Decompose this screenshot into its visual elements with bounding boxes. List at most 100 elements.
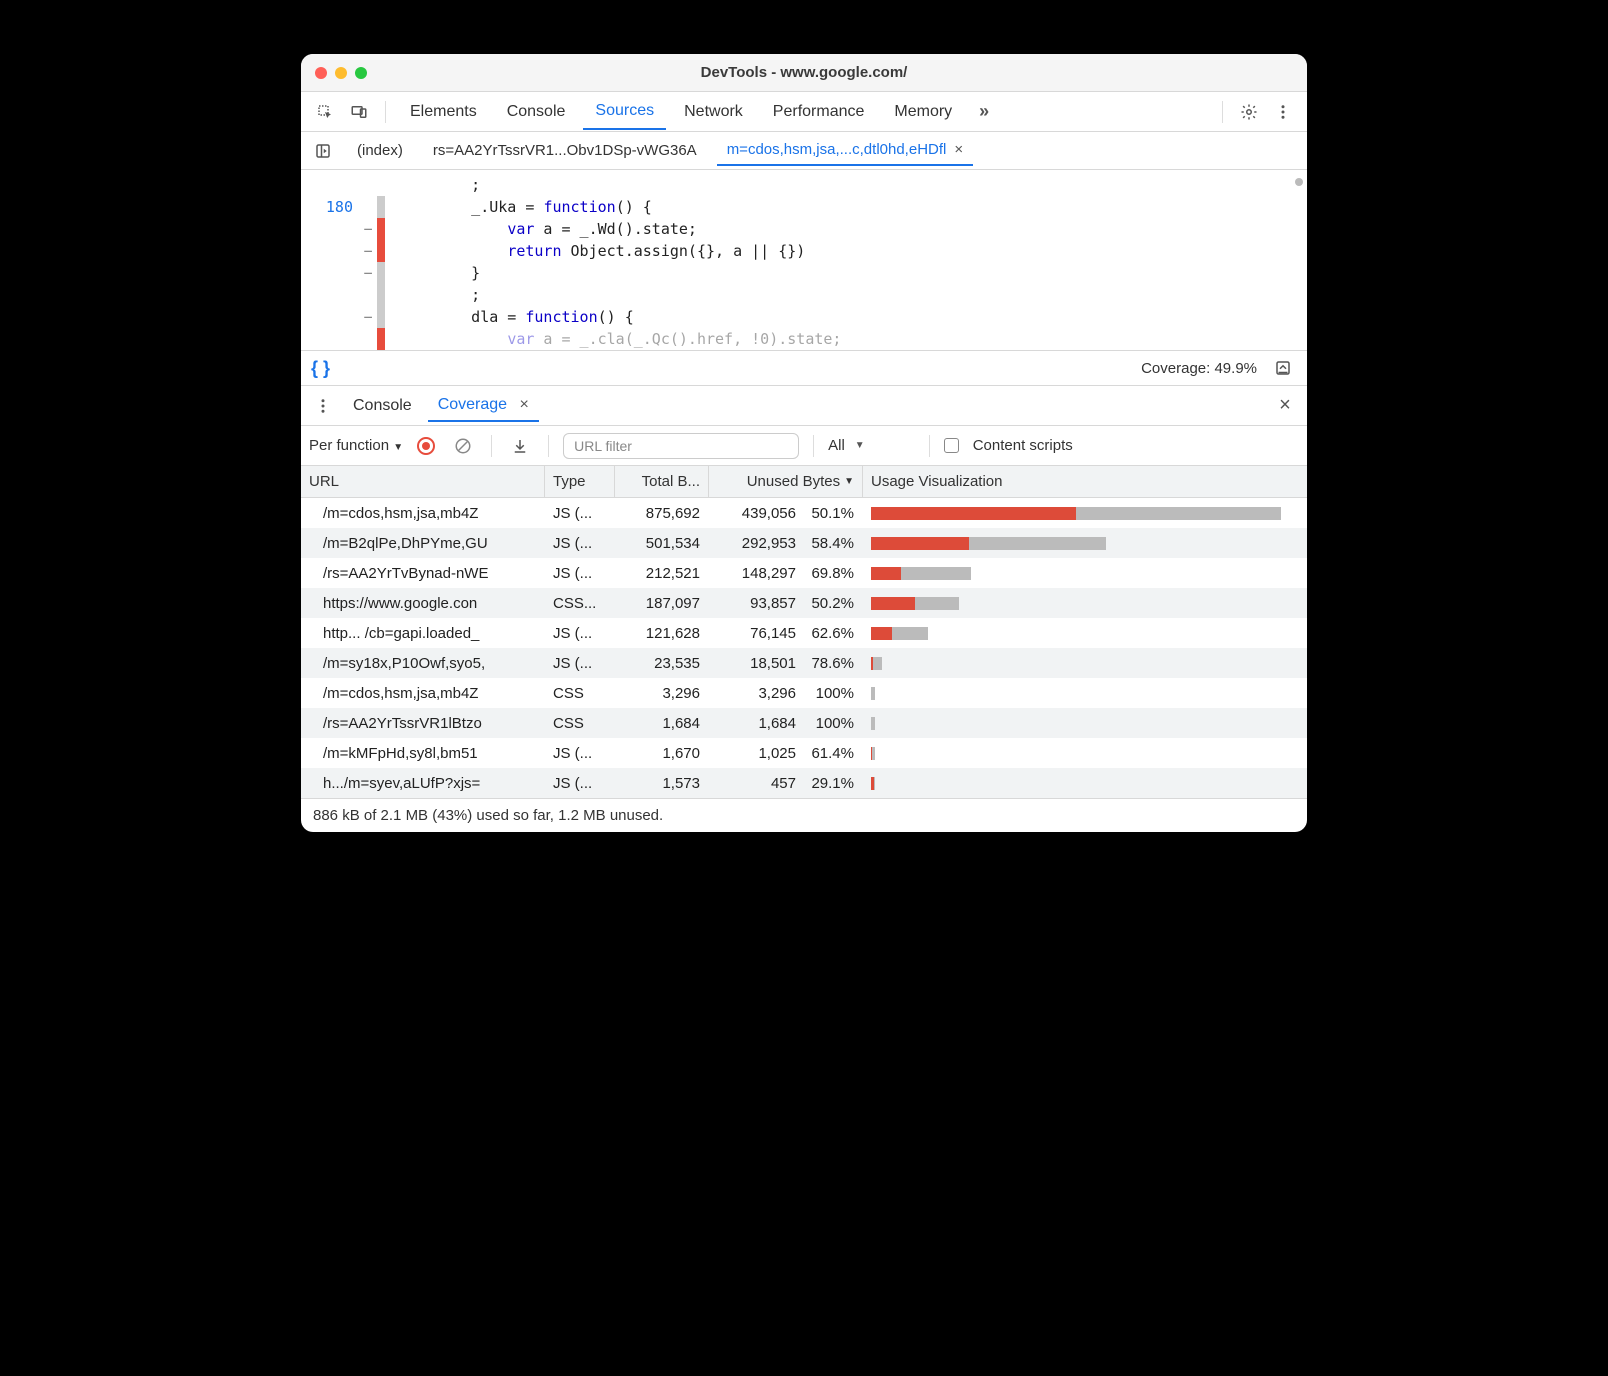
filetab-index[interactable]: (index) bbox=[347, 136, 413, 165]
drawer-tab-console[interactable]: Console bbox=[343, 391, 422, 421]
cell-unused: 292,95358.4% bbox=[709, 531, 863, 556]
file-tabs: (index) rs=AA2YrTssrVR1...Obv1DSp-vWG36A… bbox=[301, 132, 1307, 170]
cell-unused: 1,02561.4% bbox=[709, 741, 863, 766]
settings-gear-icon[interactable] bbox=[1235, 98, 1263, 126]
cell-total: 1,684 bbox=[615, 711, 709, 736]
coverage-table-body: /m=cdos,hsm,jsa,mb4ZJS (...875,692439,05… bbox=[301, 498, 1307, 798]
cell-viz bbox=[863, 683, 1307, 704]
close-window-button[interactable] bbox=[315, 67, 327, 79]
cell-url: http... /cb=gapi.loaded_ bbox=[301, 621, 545, 646]
cell-type: CSS bbox=[545, 711, 615, 736]
table-row[interactable]: /m=sy18x,P10Owf,syo5,JS (...23,53518,501… bbox=[301, 648, 1307, 678]
cell-total: 187,097 bbox=[615, 591, 709, 616]
close-drawer-icon[interactable]: × bbox=[1271, 392, 1299, 420]
more-tabs-icon[interactable]: » bbox=[970, 98, 998, 126]
cell-type: JS (... bbox=[545, 621, 615, 646]
table-row[interactable]: /m=B2qlPe,DhPYme,GUJS (...501,534292,953… bbox=[301, 528, 1307, 558]
coverage-table-header: URL Type Total B... Unused Bytes ▼ Usage… bbox=[301, 466, 1307, 498]
cell-unused: 45729.1% bbox=[709, 771, 863, 796]
status-bar: 886 kB of 2.1 MB (43%) used so far, 1.2 … bbox=[301, 798, 1307, 832]
filetab-m[interactable]: m=cdos,hsm,jsa,...c,dtl0hd,eHDfl × bbox=[717, 135, 973, 166]
tab-memory[interactable]: Memory bbox=[882, 95, 964, 129]
cell-total: 23,535 bbox=[615, 651, 709, 676]
table-row[interactable]: http... /cb=gapi.loaded_JS (...121,62876… bbox=[301, 618, 1307, 648]
gutter: 180 −−− − bbox=[301, 170, 387, 350]
titlebar: DevTools - www.google.com/ bbox=[301, 54, 1307, 92]
table-row[interactable]: h.../m=syev,aLUfP?xjs=JS (...1,57345729.… bbox=[301, 768, 1307, 798]
zoom-window-button[interactable] bbox=[355, 67, 367, 79]
cell-viz bbox=[863, 563, 1307, 584]
cell-type: JS (... bbox=[545, 501, 615, 526]
scrollbar-thumb[interactable] bbox=[1295, 178, 1303, 186]
cell-unused: 18,50178.6% bbox=[709, 651, 863, 676]
cell-viz bbox=[863, 653, 1307, 674]
main-toolbar: Elements Console Sources Network Perform… bbox=[301, 92, 1307, 132]
traffic-lights bbox=[315, 67, 367, 79]
th-viz[interactable]: Usage Visualization bbox=[863, 466, 1307, 497]
cell-total: 1,573 bbox=[615, 771, 709, 796]
tab-network[interactable]: Network bbox=[672, 95, 755, 129]
collapse-bottom-icon[interactable] bbox=[1269, 354, 1297, 382]
cell-type: CSS bbox=[545, 681, 615, 706]
drawer-tab-coverage[interactable]: Coverage × bbox=[428, 390, 539, 422]
table-row[interactable]: /rs=AA2YrTvBynad-nWEJS (...212,521148,29… bbox=[301, 558, 1307, 588]
cell-url: /m=kMFpHd,sy8l,bm51 bbox=[301, 741, 545, 766]
coverage-status-bar: { } Coverage: 49.9% bbox=[301, 350, 1307, 386]
th-type[interactable]: Type bbox=[545, 466, 615, 497]
table-row[interactable]: /m=cdos,hsm,jsa,mb4ZJS (...875,692439,05… bbox=[301, 498, 1307, 528]
cell-type: JS (... bbox=[545, 651, 615, 676]
export-icon[interactable] bbox=[506, 432, 534, 460]
cell-viz bbox=[863, 623, 1307, 644]
th-url[interactable]: URL bbox=[301, 466, 545, 497]
pretty-print-icon[interactable]: { } bbox=[311, 358, 330, 379]
device-toolbar-icon[interactable] bbox=[345, 98, 373, 126]
table-row[interactable]: https://www.google.conCSS...187,09793,85… bbox=[301, 588, 1307, 618]
th-unused[interactable]: Unused Bytes ▼ bbox=[709, 466, 863, 497]
cell-url: /m=cdos,hsm,jsa,mb4Z bbox=[301, 681, 545, 706]
granularity-select[interactable]: Per function ▼ bbox=[309, 437, 403, 454]
tab-sources[interactable]: Sources bbox=[583, 94, 666, 130]
cell-viz bbox=[863, 533, 1307, 554]
content-scripts-label: Content scripts bbox=[973, 437, 1073, 454]
cell-unused: 148,29769.8% bbox=[709, 561, 863, 586]
cell-total: 501,534 bbox=[615, 531, 709, 556]
content-scripts-checkbox[interactable] bbox=[944, 438, 959, 453]
cell-viz bbox=[863, 593, 1307, 614]
cell-viz bbox=[863, 713, 1307, 734]
cell-unused: 3,296100% bbox=[709, 681, 863, 706]
close-tab-icon[interactable]: × bbox=[954, 141, 963, 158]
status-text: 886 kB of 2.1 MB (43%) used so far, 1.2 … bbox=[313, 807, 663, 824]
clear-icon[interactable] bbox=[449, 432, 477, 460]
code-content: ; _.Uka = function() { var a = _.Wd().st… bbox=[387, 170, 841, 350]
line-number: 180 bbox=[301, 196, 353, 218]
cell-url: /m=sy18x,P10Owf,syo5, bbox=[301, 651, 545, 676]
th-total[interactable]: Total B... bbox=[615, 466, 709, 497]
minimize-window-button[interactable] bbox=[335, 67, 347, 79]
drawer-tab-label: Coverage bbox=[438, 396, 507, 413]
coverage-percent-label: Coverage: 49.9% bbox=[1141, 360, 1257, 377]
cell-total: 1,670 bbox=[615, 741, 709, 766]
tab-performance[interactable]: Performance bbox=[761, 95, 877, 129]
cell-url: /rs=AA2YrTvBynad-nWE bbox=[301, 561, 545, 586]
code-editor[interactable]: 180 −−− − ; _.Uka = function() { var a =… bbox=[301, 170, 1307, 350]
table-row[interactable]: /m=kMFpHd,sy8l,bm51JS (...1,6701,02561.4… bbox=[301, 738, 1307, 768]
cell-url: https://www.google.con bbox=[301, 591, 545, 616]
show-navigator-icon[interactable] bbox=[309, 137, 337, 165]
cell-url: h.../m=syev,aLUfP?xjs= bbox=[301, 771, 545, 796]
drawer-kebab-icon[interactable] bbox=[309, 392, 337, 420]
tab-elements[interactable]: Elements bbox=[398, 95, 489, 129]
filetab-rs[interactable]: rs=AA2YrTssrVR1...Obv1DSp-vWG36A bbox=[423, 136, 707, 165]
url-filter-input[interactable]: URL filter bbox=[563, 433, 799, 459]
record-button[interactable] bbox=[417, 437, 435, 455]
kebab-menu-icon[interactable] bbox=[1269, 98, 1297, 126]
cell-total: 121,628 bbox=[615, 621, 709, 646]
inspect-element-icon[interactable] bbox=[311, 98, 339, 126]
drawer-tabs: Console Coverage × × bbox=[301, 386, 1307, 426]
close-drawer-tab-icon[interactable]: × bbox=[520, 396, 529, 413]
cell-url: /rs=AA2YrTssrVR1lBtzo bbox=[301, 711, 545, 736]
table-row[interactable]: /m=cdos,hsm,jsa,mb4ZCSS3,2963,296100% bbox=[301, 678, 1307, 708]
cell-type: JS (... bbox=[545, 741, 615, 766]
table-row[interactable]: /rs=AA2YrTssrVR1lBtzoCSS1,6841,684100% bbox=[301, 708, 1307, 738]
tab-console[interactable]: Console bbox=[495, 95, 578, 129]
type-filter-select[interactable]: All ▼ bbox=[828, 437, 865, 454]
